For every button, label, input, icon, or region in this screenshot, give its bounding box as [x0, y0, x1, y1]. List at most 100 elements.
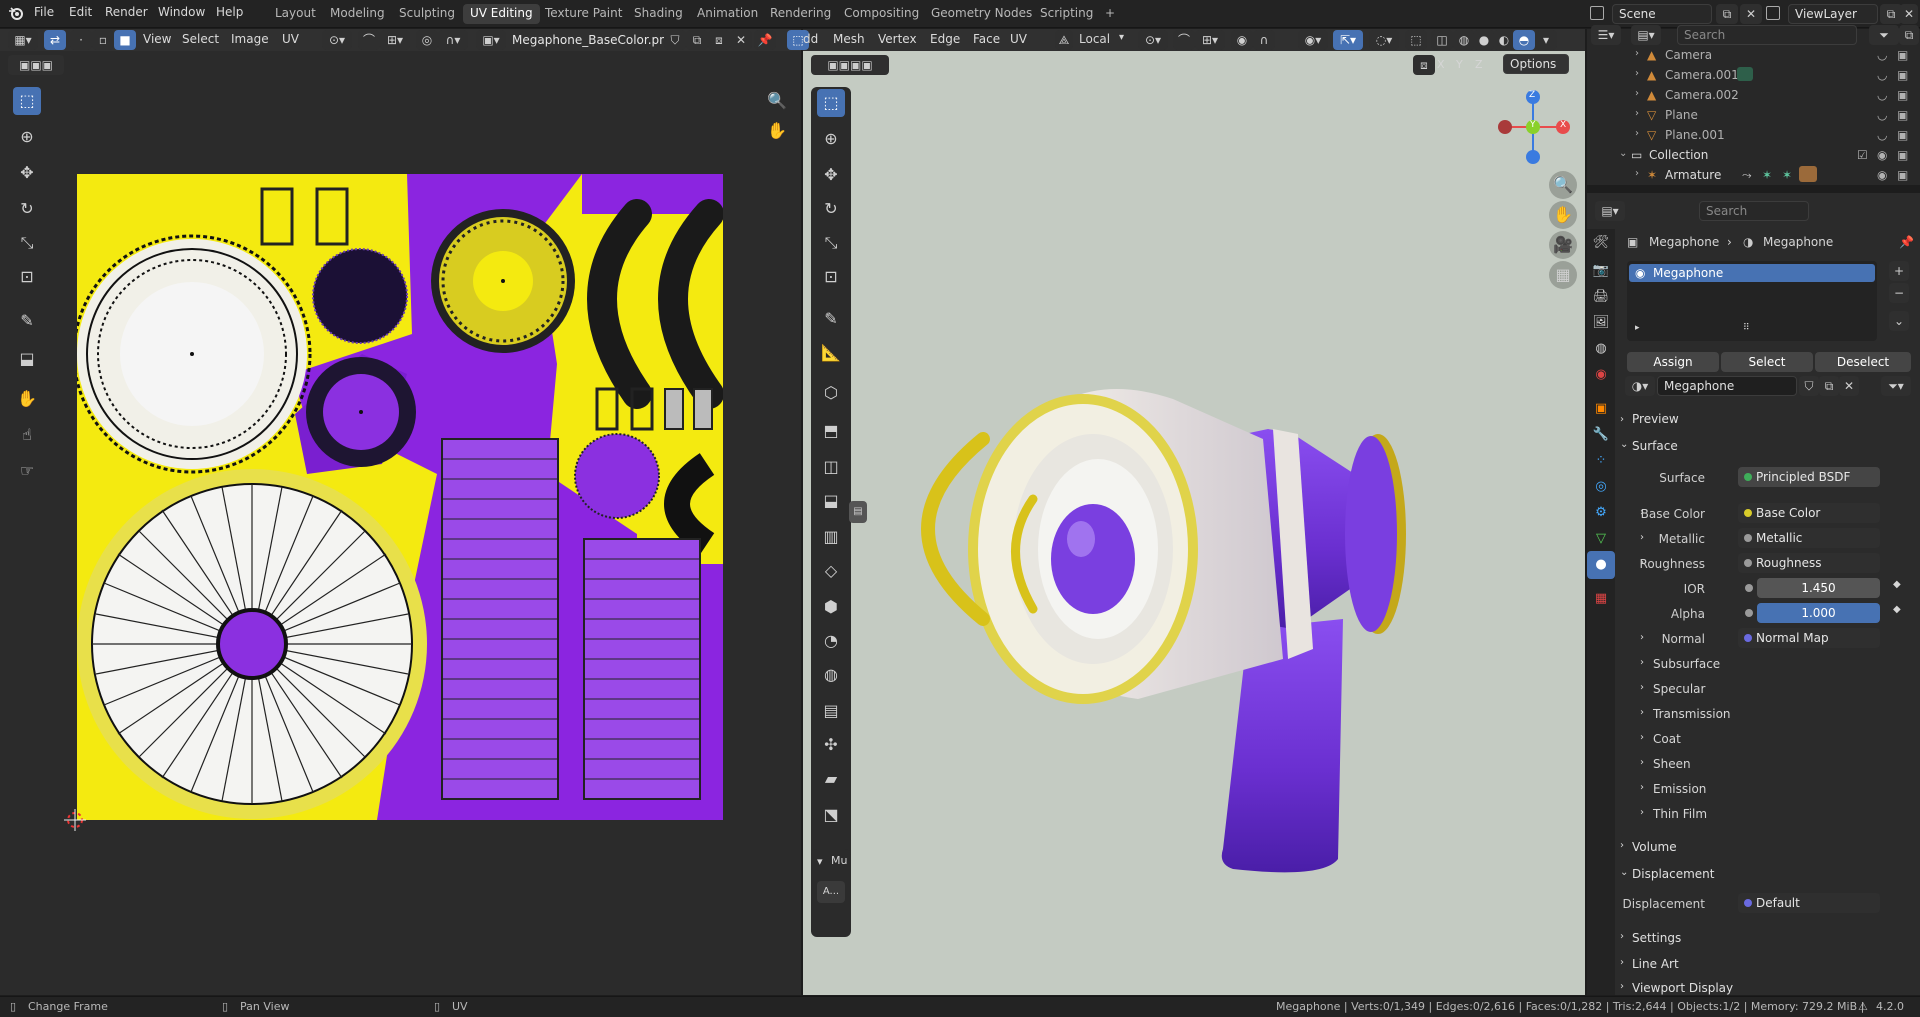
duplicate-image-icon[interactable]: ⧉: [686, 30, 708, 50]
render-toggle-icon[interactable]: ▣: [1897, 108, 1908, 122]
uv-menu-image[interactable]: Image: [231, 32, 269, 46]
link-type-icon[interactable]: ⏷▾: [1881, 376, 1911, 396]
vp-select-tool-icon[interactable]: ⬚: [817, 89, 845, 117]
menu-render[interactable]: Render: [105, 5, 148, 19]
vp-camera-icon[interactable]: 🎥: [1549, 231, 1577, 259]
panel-surface[interactable]: Surface: [1632, 439, 1678, 453]
options-dropdown[interactable]: Options: [1503, 54, 1569, 74]
outliner-row-camera[interactable]: › ▲ Camera ◡ ▣: [1587, 45, 1920, 65]
outliner-label[interactable]: Collection: [1649, 148, 1708, 162]
pinch-tool-icon[interactable]: ☞: [13, 457, 41, 485]
orientation-icon[interactable]: ⟁: [1055, 30, 1073, 50]
sheen-expand-icon[interactable]: ›: [1640, 757, 1644, 768]
vp-menu-face[interactable]: Face: [973, 32, 1000, 46]
navigation-gizmo[interactable]: Z X Y: [1493, 87, 1573, 167]
annotate-tool-icon[interactable]: ✎: [13, 307, 41, 335]
line-art-expand-icon[interactable]: ›: [1620, 957, 1624, 968]
properties-search-input[interactable]: Search: [1699, 201, 1809, 221]
select-box-tool-icon[interactable]: ⬚: [13, 87, 41, 115]
vertex-select-icon[interactable]: ·: [70, 30, 92, 50]
panel-viewport-display[interactable]: Viewport Display: [1632, 981, 1733, 995]
uv-texture-image[interactable]: [77, 174, 723, 820]
resize-handle-icon[interactable]: ⠿: [1743, 323, 1750, 333]
outliner-editor-type-icon[interactable]: ☰▾: [1591, 25, 1621, 45]
falloff-type-icon[interactable]: ∩: [1253, 30, 1275, 50]
remove-slot-icon[interactable]: −: [1889, 283, 1909, 303]
delete-view-layer-icon[interactable]: ✕: [1900, 4, 1918, 24]
settings-expand-icon[interactable]: ›: [1620, 931, 1624, 942]
subpanel-thin-film[interactable]: Thin Film: [1653, 807, 1707, 821]
extrude-tool-icon[interactable]: ⬒: [817, 417, 845, 445]
tab-sculpting[interactable]: Sculpting: [392, 4, 462, 24]
hide-icon[interactable]: ◉: [1877, 148, 1887, 162]
tab-modeling[interactable]: Modeling: [323, 4, 392, 24]
world-tab-icon[interactable]: ◉: [1587, 361, 1615, 389]
ior-slider[interactable]: 1.450: [1757, 578, 1880, 598]
object-tab-icon[interactable]: ▣: [1587, 395, 1615, 423]
base-color-field[interactable]: Base Color: [1738, 503, 1880, 523]
deselect-button[interactable]: Deselect: [1815, 352, 1911, 372]
subpanel-emission[interactable]: Emission: [1653, 782, 1706, 796]
breadcrumb-object[interactable]: Megaphone: [1649, 235, 1719, 249]
outliner-row-plane[interactable]: › ▽ Plane ◡ ▣: [1587, 105, 1920, 125]
render-toggle-icon[interactable]: ▣: [1897, 128, 1908, 142]
material-shading-icon[interactable]: ◐: [1493, 30, 1515, 50]
roughness-field[interactable]: Roughness: [1738, 553, 1880, 573]
orientation-dropdown-icon[interactable]: ▾: [1119, 32, 1124, 43]
menu-help[interactable]: Help: [216, 5, 243, 19]
vp-pan-icon[interactable]: ✋: [1549, 201, 1577, 229]
expand-icon[interactable]: ›: [1635, 128, 1639, 139]
menu-edit[interactable]: Edit: [69, 5, 92, 19]
specular-expand-icon[interactable]: ›: [1640, 682, 1644, 693]
outliner-search-input[interactable]: Search: [1677, 25, 1857, 45]
last-op-label[interactable]: Mu: [831, 854, 847, 867]
relax-tool-icon[interactable]: ☝: [13, 421, 41, 449]
poly-build-tool-icon[interactable]: ⬢: [817, 593, 845, 621]
scale-tool-icon[interactable]: ⤡: [13, 229, 41, 257]
ior-keyframe-icon[interactable]: ◆: [1893, 579, 1901, 590]
subpanel-specular[interactable]: Specular: [1653, 682, 1705, 696]
assign-button[interactable]: Assign: [1627, 352, 1719, 372]
hide-icon[interactable]: ◉: [1877, 168, 1887, 182]
warning-icon[interactable]: ⚠: [1858, 1000, 1868, 1013]
filter-icon[interactable]: ⏷: [1869, 25, 1899, 45]
fake-user-material-icon[interactable]: ⛉: [1799, 376, 1819, 396]
displacement-field[interactable]: Default: [1738, 893, 1880, 913]
delete-scene-icon[interactable]: ✕: [1740, 4, 1762, 24]
emission-expand-icon[interactable]: ›: [1640, 782, 1644, 793]
image-browse-icon[interactable]: ▣▾: [476, 30, 506, 50]
render-toggle-icon[interactable]: ▣: [1897, 88, 1908, 102]
slot-expand-icon[interactable]: ▸: [1635, 323, 1640, 333]
outliner-label[interactable]: Camera.002: [1665, 88, 1739, 102]
bevel-tool-icon[interactable]: ⬓: [817, 487, 845, 515]
shrink-tool-icon[interactable]: ✣: [817, 731, 845, 759]
falloff-icon[interactable]: ∩▾: [438, 30, 468, 50]
outliner-label[interactable]: Armature: [1665, 168, 1721, 182]
properties-editor-type-icon[interactable]: ▤▾: [1595, 201, 1625, 221]
material-slot-list[interactable]: ◉ Megaphone ▸ ⠿: [1627, 261, 1877, 341]
vp-menu-vertex[interactable]: Vertex: [878, 32, 917, 46]
tab-layout[interactable]: Layout: [268, 4, 323, 24]
preview-expand-icon[interactable]: ›: [1620, 414, 1624, 425]
new-scene-icon[interactable]: ⧉: [1716, 4, 1738, 24]
smooth-tool-icon[interactable]: ◍: [817, 661, 845, 689]
normal-field[interactable]: Normal Map: [1738, 628, 1880, 648]
scene-selector[interactable]: Scene: [1612, 4, 1712, 24]
outliner-label[interactable]: Plane.001: [1665, 128, 1725, 142]
pivot-icon[interactable]: ⊙▾: [322, 30, 352, 50]
new-collection-icon[interactable]: ⧉: [1899, 25, 1919, 45]
vp-ortho-icon[interactable]: ▦: [1549, 261, 1577, 289]
pin-properties-icon[interactable]: 📌: [1899, 235, 1914, 249]
last-op-collapse-icon[interactable]: ▾: [817, 855, 823, 868]
collapse-icon[interactable]: ⌄: [1619, 148, 1627, 159]
3d-viewport[interactable]: ⬚ dd Mesh Vertex Edge Face UV ⟁ Local ▾ …: [787, 29, 1585, 995]
select-button[interactable]: Select: [1721, 352, 1813, 372]
panel-volume[interactable]: Volume: [1632, 840, 1677, 854]
expand-icon[interactable]: ›: [1635, 88, 1639, 99]
mirror-x[interactable]: X: [1437, 58, 1445, 71]
edge-select-icon[interactable]: ▫: [92, 30, 114, 50]
outliner-row-armature[interactable]: › ✶ Armature ⤳ ✶ ✶ ◉ ▣: [1587, 165, 1920, 185]
2d-cursor-icon[interactable]: [64, 809, 86, 831]
gizmo-icon[interactable]: ⇱▾: [1333, 30, 1363, 50]
vp-cursor-tool-icon[interactable]: ⊕: [817, 125, 845, 153]
